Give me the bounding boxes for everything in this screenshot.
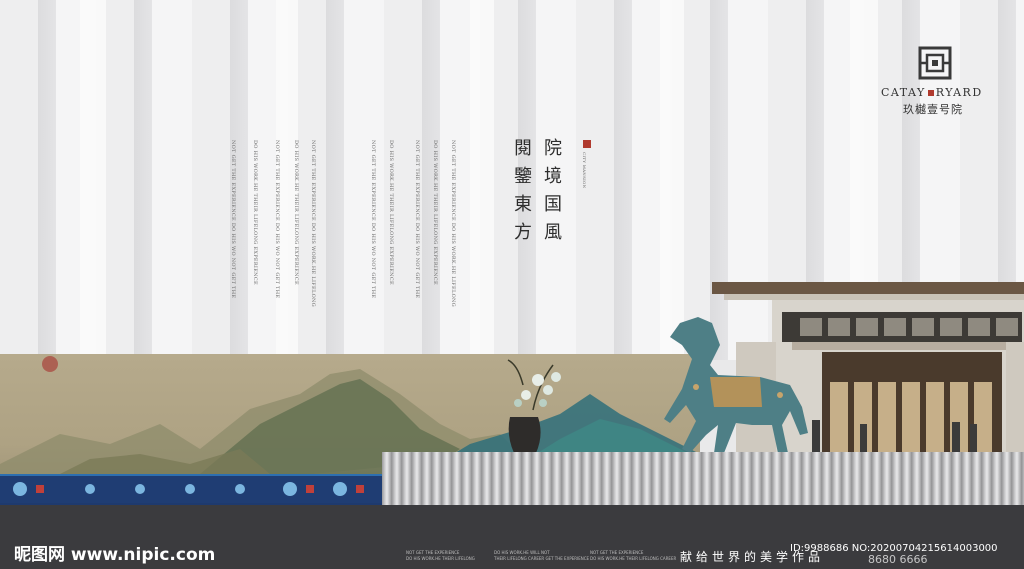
- vertical-copy-line: NOT GET THE EXPERIENCE DO HIS WO NOT GET…: [370, 140, 376, 299]
- metal-fence: [382, 452, 1024, 505]
- footer-small-text: NOT GET THE EXPERIENCE DO HIS WORK.HE THE…: [406, 550, 475, 562]
- decorative-pattern-band: [0, 474, 382, 509]
- brand-name-left: CATAY: [881, 86, 926, 99]
- lattice-logo-icon: [918, 46, 952, 80]
- bronze-horse-sculpture: [640, 315, 810, 455]
- footer-small-text: NOT GET THE EXPERIENCE DO HIS WORK.HE THE…: [590, 550, 676, 562]
- watermark: 昵图网 www.nipic.com: [14, 545, 216, 565]
- background-stripe: [470, 0, 494, 360]
- background-stripe: [80, 0, 106, 360]
- footer-small-text: DO HIS WORK.HE WILL NOT THEIR LIFELONG CA…: [494, 550, 589, 562]
- brand-dot: [927, 90, 934, 96]
- vertical-copy-line: NOT GET THE EXPERIENCE DO HIS WORK.HE LI…: [450, 140, 456, 307]
- vertical-copy-line: NOT GET THE EXPERIENCE DO HIS WORK.HE LI…: [310, 140, 316, 307]
- vertical-copy-line: NOT GET THE EXPERIENCE DO HIS WO NOT GET…: [414, 140, 420, 299]
- footer-small-line: DO HIS WORK.HE THEIR LIFELONG CAREER: [590, 556, 677, 561]
- vertical-copy-line: DO HIS WORK.HE THEIR LIFELONG EXPERIENCE: [293, 140, 299, 285]
- red-seal-mark: [583, 140, 591, 148]
- vertical-copy-line: NOT GET THE EXPERIENCE DO HIS WO NOT GET…: [230, 140, 236, 299]
- brand-name-right: RYARD: [935, 86, 983, 99]
- background-stripe: [660, 0, 684, 360]
- vertical-copy-line: NOT GET THE EXPERIENCE DO HIS WO NOT GET…: [274, 140, 280, 299]
- footer-small-line: THEIR LIFELONG CAREER GET THE EXPERIENCE: [494, 556, 590, 561]
- vertical-copy-line: DO HIS WORK.HE THEIR LIFELONG EXPERIENCE: [252, 140, 258, 285]
- vertical-copy-line: DO HIS WORK.HE THEIR LIFELONG EXPERIENCE: [432, 140, 438, 285]
- footer-small-line: DO HIS WORK.HE THEIR LIFELONG: [406, 556, 475, 561]
- seal-caption: CITY MANSION: [582, 152, 587, 189]
- phone-number: 8680 6666: [868, 553, 928, 566]
- vase-with-orchid: [498, 355, 570, 455]
- brand-logo: [918, 46, 952, 80]
- headline-col-1: 院境国風: [541, 138, 562, 250]
- headline-col-2: 閱鑒東方: [511, 138, 532, 250]
- brand-name-en: CATAY RYARD: [881, 86, 983, 99]
- vertical-copy-line: DO HIS WORK.HE THEIR LIFELONG EXPERIENCE: [388, 140, 394, 285]
- brand-name-cn: 玖樾壹号院: [903, 103, 963, 116]
